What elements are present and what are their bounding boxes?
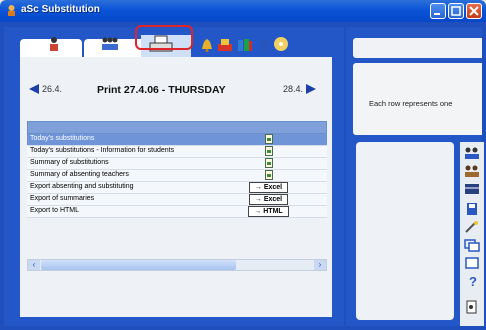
document-icon[interactable]	[264, 170, 273, 180]
maximize-icon	[451, 6, 461, 16]
list-item[interactable]: Today's substitutions - Information for …	[27, 146, 327, 158]
scroll-right-button[interactable]: ›	[314, 260, 326, 270]
bell-tab-icon[interactable]	[201, 38, 213, 52]
maximize-button[interactable]	[448, 3, 464, 19]
list-item[interactable]: Summary of absenting teachers	[27, 170, 327, 182]
document-icon[interactable]	[264, 158, 273, 168]
list-item-action[interactable]: → HTML	[245, 206, 292, 217]
list-item-label: Summary of substitutions	[30, 159, 109, 166]
wizard-icon[interactable]	[463, 220, 481, 234]
document-icon[interactable]	[264, 134, 273, 144]
side-info-text: Each row represents one	[369, 99, 453, 108]
next-day-button[interactable]: 28.4.	[283, 84, 317, 94]
list-item-action[interactable]	[245, 146, 292, 156]
window-icon[interactable]	[463, 256, 481, 270]
horizontal-scrollbar[interactable]: ‹ ›	[27, 259, 327, 271]
export-html-button[interactable]: → HTML	[248, 206, 289, 217]
export-excel-button[interactable]: → Excel	[248, 194, 289, 205]
list-item-action[interactable]	[245, 170, 292, 180]
windows-icon[interactable]	[463, 238, 481, 252]
list-item-action[interactable]: → Excel	[245, 194, 292, 205]
list-item-label: Summary of absenting teachers	[30, 171, 129, 178]
list-item-label: Export to HTML	[30, 207, 80, 214]
teachers-icon[interactable]	[463, 146, 481, 160]
side-list-box	[356, 142, 454, 320]
close-icon	[469, 6, 479, 16]
teacher-tab-icon[interactable]	[46, 36, 62, 52]
next-day-label: 28.4.	[283, 84, 304, 94]
list-item-action[interactable]	[245, 134, 292, 144]
classes-icon[interactable]	[463, 164, 481, 178]
arrow-left-icon	[29, 84, 39, 94]
prev-day-label: 26.4.	[42, 84, 63, 94]
list-item-action[interactable]: → Excel	[245, 182, 292, 193]
disc-tab-icon[interactable]	[272, 36, 290, 52]
app-icon	[8, 5, 15, 16]
close-button[interactable]	[466, 3, 482, 19]
list-item-label: Today's substitutions	[30, 135, 95, 142]
page-title: Print 27.4.06 - THURSDAY	[97, 84, 226, 96]
list-item-action[interactable]	[245, 158, 292, 168]
arrow-right-icon	[306, 84, 317, 94]
export-excel-button[interactable]: → Excel	[248, 182, 289, 193]
list-item-label: Export absenting and substituting	[30, 183, 134, 190]
print-options-list: Today's substitutions Today's substituti…	[27, 121, 327, 218]
books-tab-icon[interactable]	[236, 37, 254, 52]
help-icon[interactable]: ?	[463, 274, 481, 288]
list-item[interactable]: Export to HTML → HTML	[27, 206, 327, 218]
prev-day-button[interactable]: 26.4.	[29, 84, 62, 94]
exit-icon[interactable]	[463, 300, 481, 314]
list-item[interactable]: Export absenting and substituting → Exce…	[27, 182, 327, 194]
title-bar: aSc Substitution	[0, 0, 486, 22]
list-header	[27, 121, 327, 134]
list-item[interactable]: Export of summaries → Excel	[27, 194, 327, 206]
minimize-button[interactable]	[430, 3, 446, 19]
tab-print-highlight	[135, 25, 193, 50]
table-icon[interactable]	[463, 182, 481, 196]
minimize-icon	[434, 13, 440, 15]
people-tab-icon[interactable]	[100, 36, 120, 52]
side-header-box	[353, 38, 482, 58]
tray-tab-icon[interactable]	[216, 37, 234, 52]
list-item[interactable]: Summary of substitutions	[27, 158, 327, 170]
scroll-thumb[interactable]	[41, 260, 236, 270]
svg-text:?: ?	[469, 274, 477, 288]
list-item-label: Export of summaries	[30, 195, 95, 202]
save-icon[interactable]	[463, 202, 481, 216]
scroll-left-button[interactable]: ‹	[28, 260, 40, 270]
window-title: aSc Substitution	[21, 4, 100, 15]
list-item-label: Today's substitutions - Information for …	[30, 147, 175, 154]
document-icon[interactable]	[264, 146, 273, 156]
list-item[interactable]: Today's substitutions	[27, 134, 327, 146]
